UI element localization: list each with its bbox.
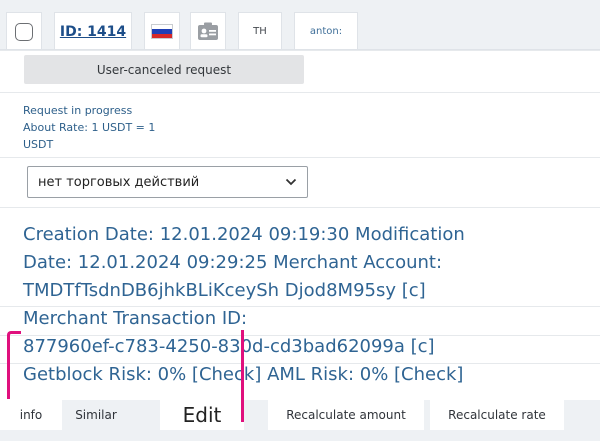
creation-modification-line: Creation Date: 12.01.2024 09:19:30 Modif… [23,224,465,245]
highlight-line-mark [241,330,244,422]
tab-similar-label: Similar [75,408,117,422]
modification-date-line: Date: 12.01.2024 09:29:25 Merchant Accou… [23,252,443,273]
user-label: anton: [309,26,343,37]
id-tab[interactable]: ID: 1414 [54,12,132,50]
divider [0,157,600,158]
bottom-tab-bar: info Similar Edit Recalculate amount Rec… [0,400,600,441]
divider [0,50,600,51]
merchant-account-line[interactable]: TMDTfTsdnDB6jhkBLiKceySh Djod8M95sy [c] [23,277,426,305]
divider [0,207,600,208]
tab-edit[interactable]: Edit [160,400,244,430]
top-tab-bar: ID: 1414 TH anton: [0,0,600,50]
request-id-link[interactable]: ID: 1414 [60,24,126,40]
tab-similar[interactable]: Similar [62,400,130,430]
user-tab[interactable]: anton: [294,12,358,50]
trade-action-select[interactable]: нет торговых действий [27,166,308,198]
user-canceled-request-button[interactable]: User-canceled request [24,55,304,84]
lang-tab[interactable]: TH [238,12,282,50]
tab-recalculate-amount-label: Recalculate amount [286,408,406,422]
divider [0,92,600,93]
id-card-tab[interactable] [190,12,226,50]
lang-code: TH [253,26,267,37]
rate-line: About Rate: 1 USDT = 1 [23,121,156,134]
tab-info-label: info [19,408,43,422]
tab-info[interactable]: info [0,400,62,430]
tab-edit-label: Edit [182,403,222,427]
rate-unit-line: USDT [23,138,54,151]
merchant-transaction-label: Merchant Transaction ID: [23,308,248,329]
select-checkbox[interactable] [15,22,33,41]
status-line: Request in progress [23,104,133,117]
tab-recalculate-rate-label: Recalculate rate [448,408,546,422]
merchant-transaction-id-line[interactable]: 877960ef-c783-4250-830d-cd3bad62099a [c] [23,333,435,361]
id-card-icon [198,22,218,40]
russia-flag-icon [151,24,173,39]
trade-action-selected: нет торговых действий [38,174,200,190]
country-tab[interactable] [144,12,180,50]
select-row-tab[interactable] [6,12,42,50]
tab-recalculate-rate[interactable]: Recalculate rate [430,400,564,430]
tab-recalculate-amount[interactable]: Recalculate amount [268,400,424,430]
chevron-down-icon [285,178,297,186]
highlight-bracket-mark [7,331,21,399]
